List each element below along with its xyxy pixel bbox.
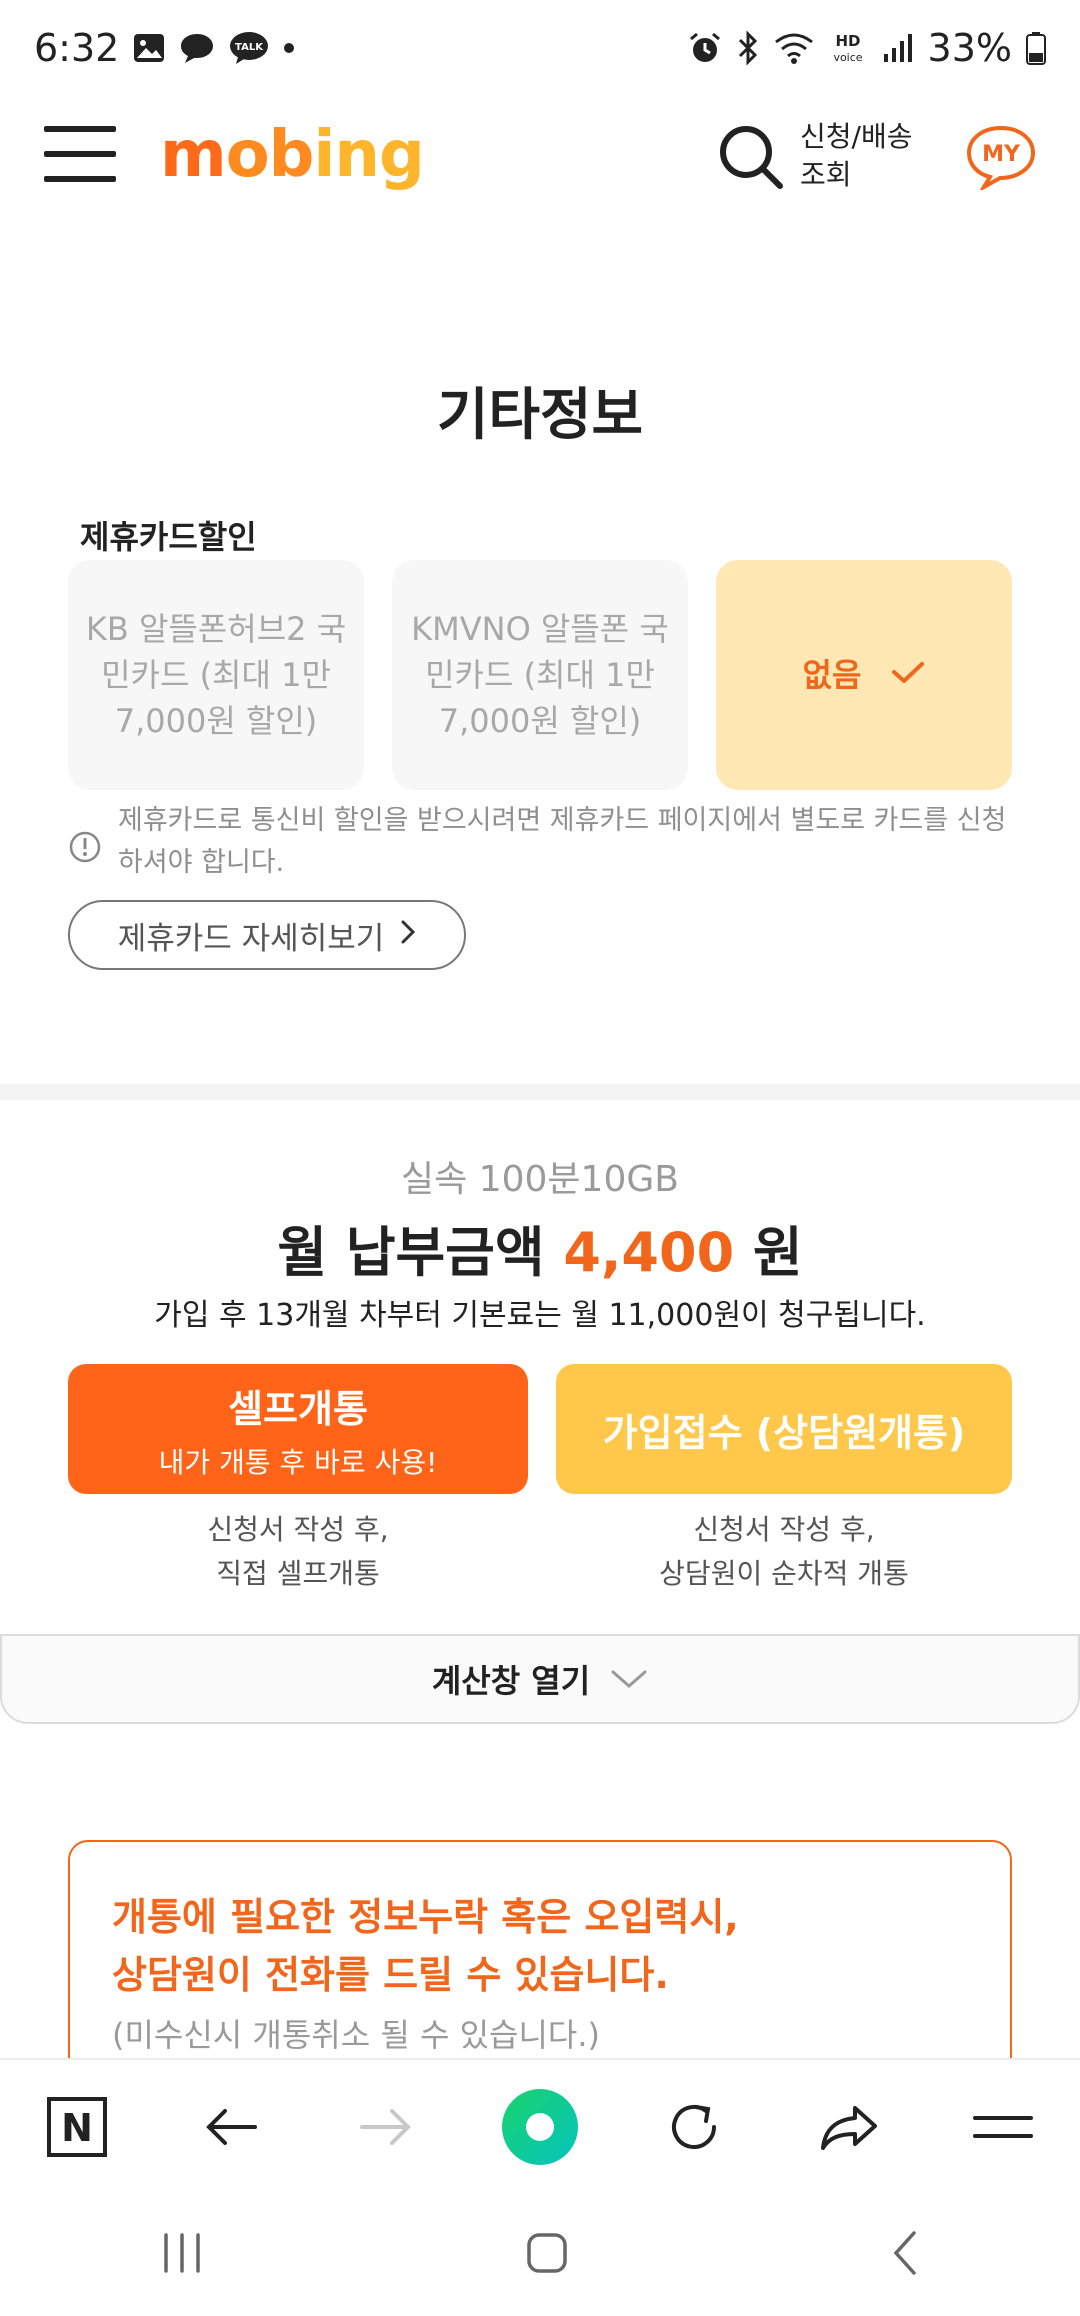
open-calculator-toggle[interactable]: 계산창 열기 [0, 1634, 1080, 1724]
section-divider [0, 1084, 1080, 1100]
green-dot-icon [501, 2089, 578, 2165]
self-activation-button[interactable]: 셀프개통 내가 개통 후 바로 사용! [68, 1364, 528, 1494]
hd-voice-icon: HD voice [828, 31, 868, 65]
counselor-activation-label: 가입접수 (상담원개통) [602, 1410, 966, 1455]
share-arrow-icon [820, 2106, 877, 2150]
page-title: 기타정보 [436, 383, 644, 448]
status-bar: 6:32 TALK HD voice 33% [0, 0, 1080, 96]
chevron-right-icon [400, 917, 416, 953]
menu-button[interactable] [44, 124, 116, 184]
home-button[interactable] [525, 2231, 569, 2279]
arrow-right-icon [359, 2109, 411, 2145]
info-icon [68, 830, 102, 884]
share-button[interactable] [799, 2077, 899, 2177]
browser-menu-button[interactable] [953, 2077, 1053, 2177]
application-tracking-link[interactable]: 신청/배송 조회 [800, 118, 912, 194]
detail-button-label: 제휴카드 자세히보기 [117, 920, 385, 957]
gallery-icon [133, 33, 165, 63]
affiliate-card-option-kmvno[interactable]: KMVNO 알뜰폰 국민카드 (최대 1만7,000원 할인) [392, 560, 688, 790]
status-time: 6:32 [34, 26, 120, 70]
menu-lines-icon [972, 2116, 1033, 2138]
affiliate-card-option-none[interactable]: 없음 [716, 560, 1012, 790]
refresh-button[interactable] [644, 2077, 744, 2177]
system-nav-bar [0, 2194, 1080, 2316]
card-option-label: KB 알뜰폰허브2 국민카드 (최대 1만7,000원 할인) [85, 610, 347, 740]
counselor-activation-caption: 신청서 작성 후, 상담원이 순차적 개통 [659, 1513, 909, 1590]
recent-apps-button[interactable] [160, 2233, 204, 2277]
search-icon[interactable] [716, 122, 786, 192]
card-option-label: 없음 [802, 656, 862, 694]
counselor-activation-button[interactable]: 가입접수 (상담원개통) [556, 1364, 1012, 1494]
wifi-icon [774, 32, 814, 64]
battery-percent: 33% [927, 26, 1012, 70]
kakaotalk-icon: TALK [229, 31, 269, 65]
app-header: mobing 신청/배송 조회 MY [0, 96, 1080, 226]
naver-n-icon: N [47, 2097, 108, 2157]
voice-label: voice [833, 51, 862, 64]
arrow-left-icon [206, 2109, 258, 2145]
track-label-line1: 신청/배송 [800, 120, 913, 153]
mobing-logo[interactable]: mobing [160, 118, 425, 192]
naver-home-button[interactable]: N [27, 2077, 127, 2177]
warning-line3: (미수신시 개통취소 될 수 있습니다.) [112, 2016, 600, 2054]
checkmark-icon [891, 652, 925, 698]
monthly-payment: 월 납부금액 4,400 원 [0, 1208, 1080, 1287]
menu-line-icon [44, 151, 116, 157]
my-page-button[interactable]: MY [964, 124, 1038, 193]
track-label-line2: 조회 [800, 158, 852, 191]
home-square-icon [527, 2233, 567, 2273]
affiliate-card-discount-label: 제휴카드할인 [80, 518, 257, 556]
back-button[interactable] [181, 2077, 281, 2177]
my-label: MY [982, 142, 1021, 167]
battery-icon [1026, 31, 1046, 65]
svg-text:N: N [61, 2106, 93, 2150]
plan-name: 실속 100분10GB [401, 1159, 679, 1200]
card-option-label: KMVNO 알뜰폰 국민카드 (최대 1만7,000원 할인) [411, 610, 669, 740]
signal-icon [882, 32, 914, 64]
green-dot-button[interactable] [490, 2077, 590, 2177]
hd-label: HD [835, 32, 860, 50]
refresh-icon [672, 2105, 717, 2149]
notice-text: 제휴카드로 통신비 할인을 받으시려면 제휴카드 페이지에서 별도로 카드를 신… [118, 805, 1007, 878]
self-activation-sublabel: 내가 개통 후 바로 사용! [158, 1445, 438, 1479]
billing-note: 가입 후 13개월 차부터 기본료는 월 11,000원이 청구됩니다. [154, 1298, 926, 1333]
browser-toolbar: N [0, 2058, 1080, 2194]
recent-apps-icon [164, 2233, 201, 2273]
affiliate-card-notice: 제휴카드로 통신비 할인을 받으시려면 제휴카드 페이지에서 별도로 카드를 신… [68, 800, 1018, 884]
system-back-button[interactable] [890, 2229, 920, 2281]
warning-line1: 개통에 필요한 정보누락 혹은 오입력시, [112, 1895, 739, 1939]
price-amount: 4,400 [563, 1221, 735, 1284]
chevron-left-icon [893, 2231, 916, 2275]
affiliate-card-detail-button[interactable]: 제휴카드 자세히보기 [68, 900, 466, 970]
price-unit: 원 [734, 1221, 803, 1284]
calculator-toggle-label: 계산창 열기 [431, 1662, 591, 1700]
self-activation-caption: 신청서 작성 후, 직접 셀프개통 [207, 1513, 389, 1590]
chat-bubble-icon [179, 32, 215, 64]
chevron-down-icon [610, 1660, 648, 1698]
my-speech-bubble-icon: MY [966, 125, 1036, 193]
forward-button[interactable] [336, 2077, 436, 2177]
alarm-icon [688, 31, 722, 65]
self-activation-label: 셀프개통 [228, 1386, 368, 1431]
menu-line-icon [44, 176, 116, 182]
warning-line2: 상담원이 전화를 드릴 수 있습니다. [112, 1953, 669, 1997]
bluetooth-icon [736, 31, 760, 65]
price-prefix: 월 납부금액 [277, 1221, 564, 1284]
notification-dot-icon [283, 42, 295, 54]
menu-line-icon [44, 126, 116, 132]
affiliate-card-option-kb-hub2[interactable]: KB 알뜰폰허브2 국민카드 (최대 1만7,000원 할인) [68, 560, 364, 790]
talk-badge-text: TALK [235, 42, 264, 53]
